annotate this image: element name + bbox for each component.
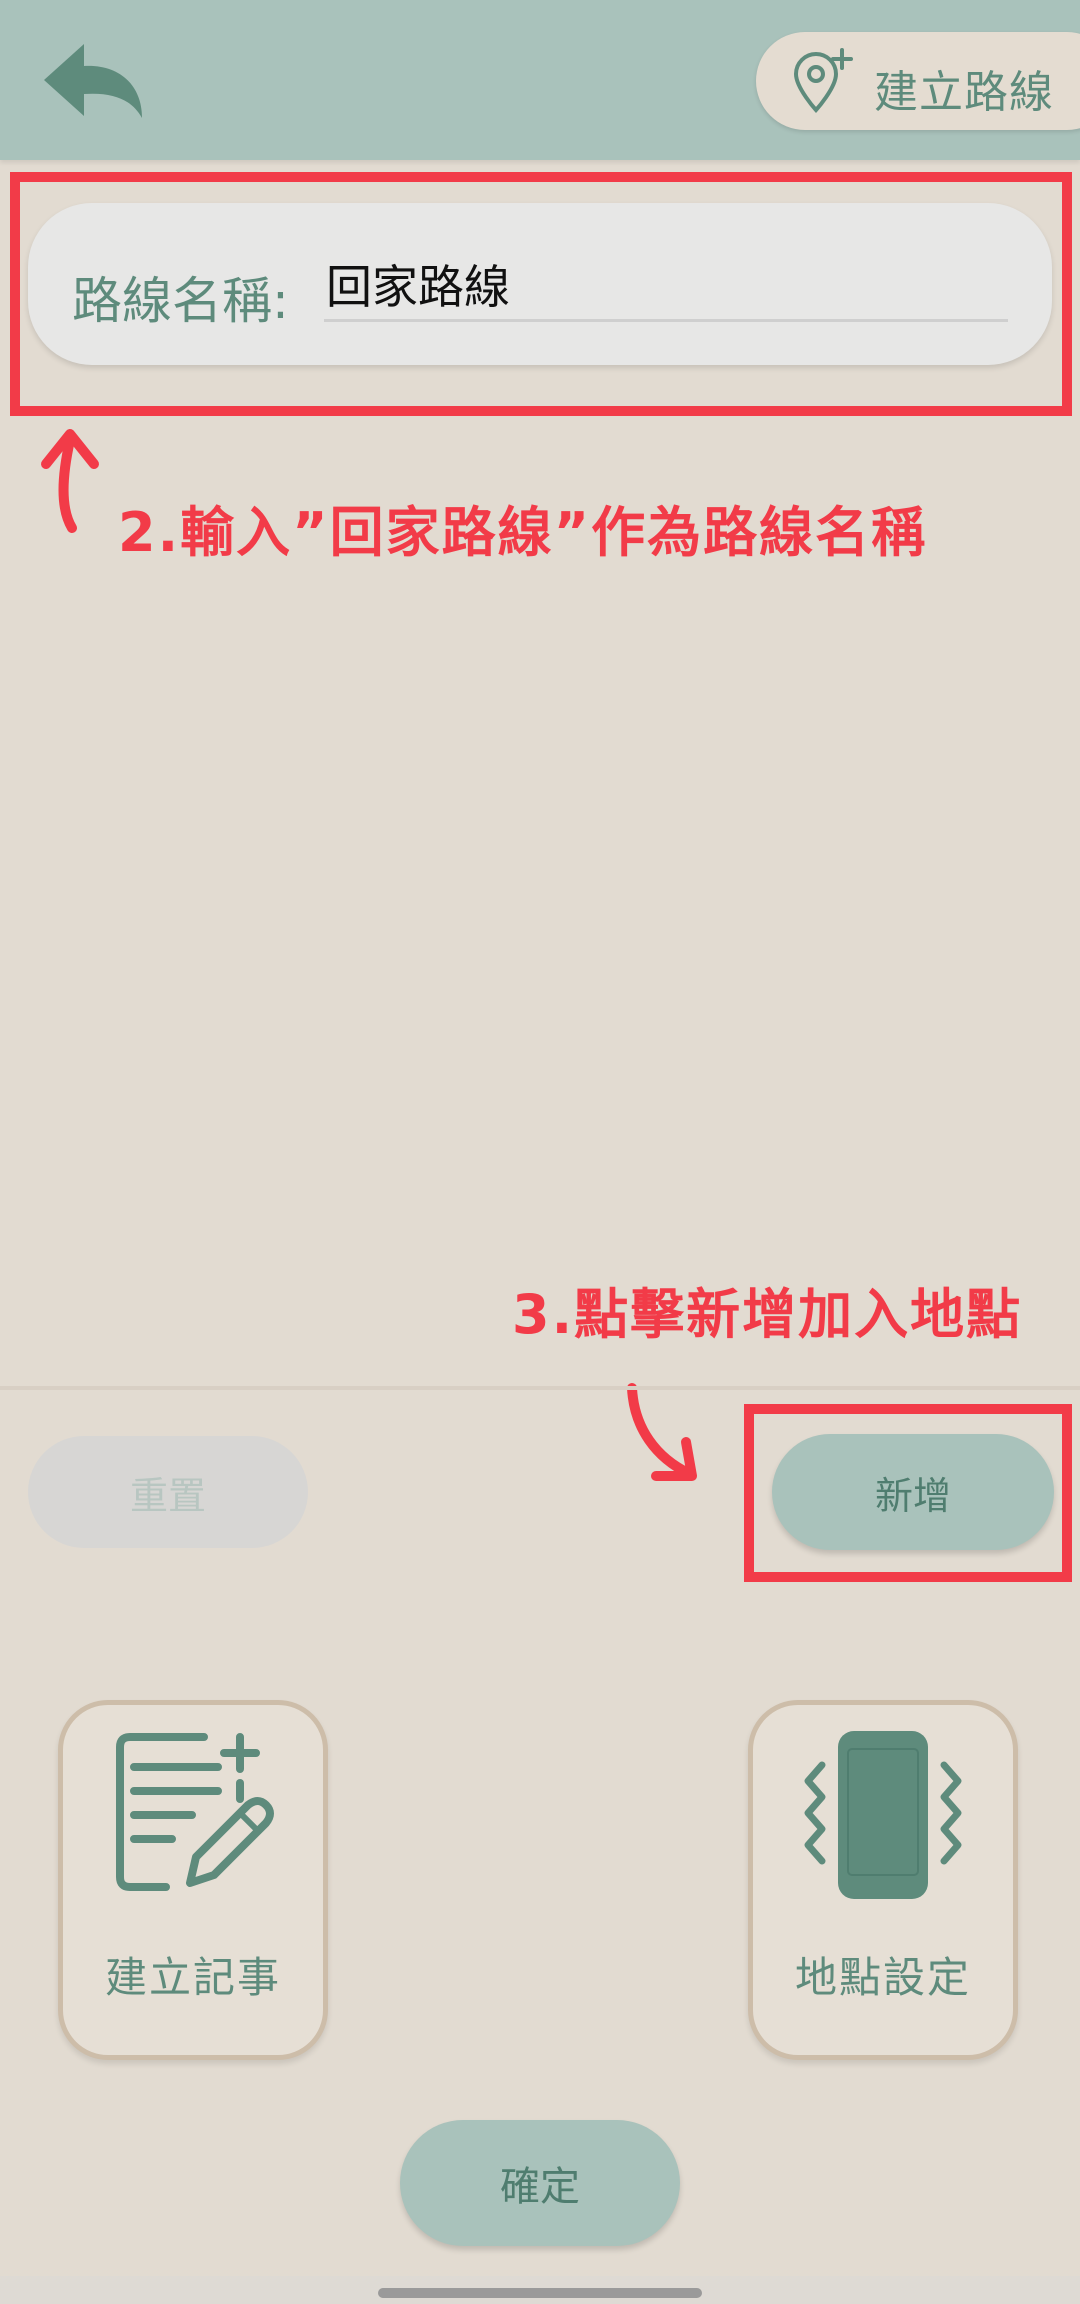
place-settings-label: 地點設定	[794, 1953, 971, 2002]
create-route-button[interactable]: 建立路線	[756, 32, 1080, 130]
annotation-arrow-down-icon	[627, 1383, 697, 1481]
section-divider	[0, 1386, 1080, 1390]
top-bar: 建立路線	[0, 0, 1080, 160]
add-location-icon	[793, 48, 853, 113]
annotation-arrow-up-icon	[41, 429, 99, 533]
confirm-button[interactable]: 確定	[400, 2120, 680, 2246]
note-add-icon	[116, 1733, 274, 1891]
place-settings-tile[interactable]: 地點設定	[748, 1700, 1018, 2060]
back-button[interactable]	[38, 38, 150, 128]
add-button[interactable]: 新增	[772, 1434, 1054, 1550]
create-route-label: 建立路線	[874, 67, 1054, 118]
create-note-tile[interactable]: 建立記事	[58, 1700, 328, 2060]
annotation-box-route-name	[10, 172, 1072, 416]
annotation-step2-text: 2.輸入”回家路線”作為路線名稱	[118, 501, 928, 564]
annotation-step3-text: 3.點擊新增加入地點	[512, 1283, 1023, 1346]
home-indicator[interactable]	[378, 2288, 702, 2298]
create-note-label: 建立記事	[104, 1953, 281, 2002]
phone-vibrate-icon	[804, 1731, 962, 1899]
reset-button[interactable]: 重置	[28, 1436, 308, 1548]
back-arrow-icon	[44, 44, 142, 118]
